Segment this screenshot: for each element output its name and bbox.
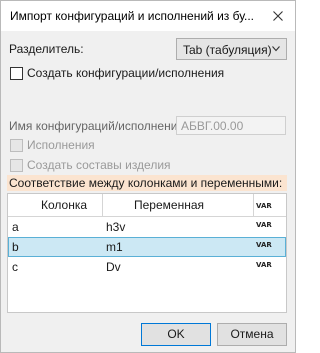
var-icon: VAR [256,241,272,249]
mapping-section-header: Соответствие между колонками и переменны… [7,175,287,191]
mapping-title: Соответствие между колонками и переменны… [9,176,283,190]
window-title: Импорт конфигураций и исполнений из бу..… [10,9,255,23]
cancel-button[interactable]: Отмена [217,323,287,346]
var-icon: VAR [256,202,272,210]
var-icon: VAR [256,221,272,229]
row-column: b [12,240,19,254]
mapping-grid[interactable]: Колонка Переменная VAR a h3v VAR b m1 VA… [7,193,287,313]
header-divider [253,194,254,216]
var-icon: VAR [256,261,272,269]
executions-checkbox[interactable] [10,139,23,152]
close-icon [273,11,283,21]
header-column[interactable]: Колонка [41,194,87,216]
row-column: a [12,220,19,234]
separator-label: Разделитель: [9,42,84,56]
separator-value: Tab (табуляция) [183,43,272,57]
table-row[interactable]: c Dv VAR [8,257,286,277]
create-configs-label[interactable]: Создать конфигурации/исполнения [27,66,224,80]
chevron-down-icon [272,46,280,52]
table-row[interactable]: a h3v VAR [8,217,286,237]
title-bar: Импорт конфигураций и исполнений из бу..… [1,1,295,31]
create-assemblies-checkbox[interactable] [10,159,23,172]
close-button[interactable] [269,7,287,25]
row-variable: h3v [106,220,126,234]
table-row-selected[interactable]: b m1 VAR [8,237,286,257]
create-assemblies-label: Создать составы изделия [27,158,171,172]
config-name-field[interactable]: АБВГ.00.00 [176,116,286,135]
row-variable: m1 [106,240,123,254]
import-dialog: Импорт конфигураций и исполнений из бу..… [0,0,296,353]
grid-header: Колонка Переменная VAR [8,194,286,217]
header-divider [102,194,103,216]
separator-select[interactable]: Tab (табуляция) [176,38,287,60]
create-configs-checkbox[interactable] [10,67,23,80]
ok-button[interactable]: OK [141,323,211,346]
row-variable: Dv [106,260,121,274]
config-name-label: Имя конфигураций/исполнений: [9,119,188,133]
row-column: c [12,260,18,274]
executions-label: Исполнения [27,138,95,152]
dialog-body: Разделитель: Tab (табуляция) Создать кон… [1,31,295,352]
header-variable[interactable]: Переменная [134,194,204,216]
